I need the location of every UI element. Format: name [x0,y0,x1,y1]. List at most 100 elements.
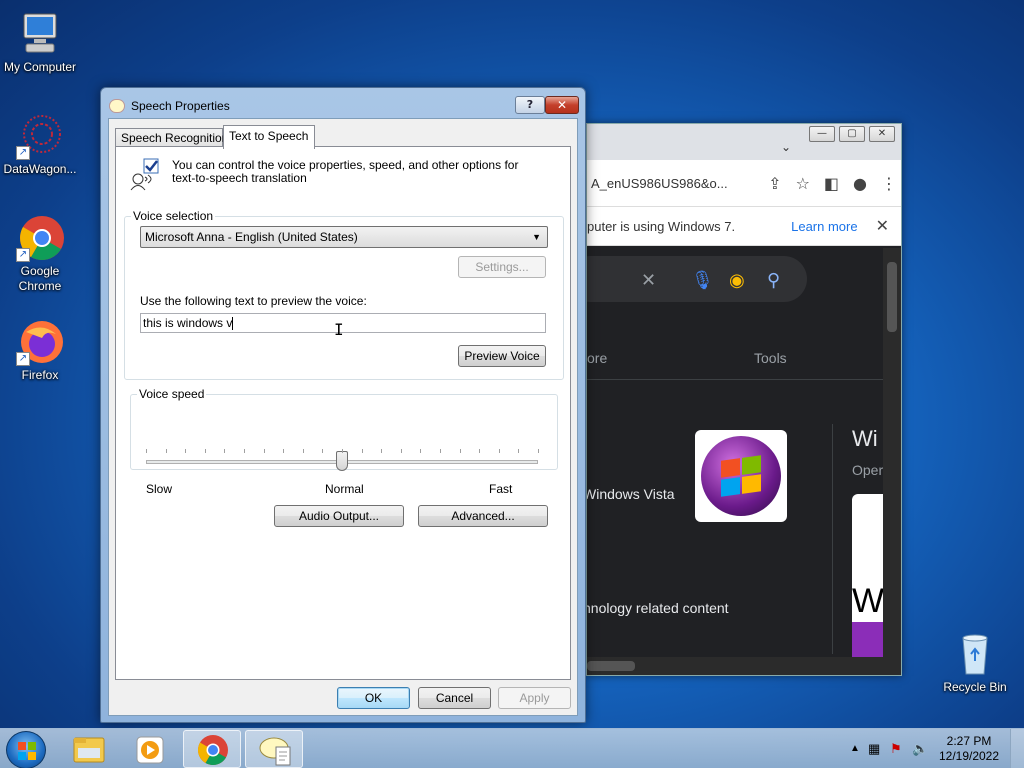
desktop-icon-label: My Computer [3,60,77,74]
show-desktop-button[interactable] [1010,729,1024,768]
share-icon[interactable]: ⇪ [768,174,781,193]
dialog-titlebar[interactable]: Speech Properties [109,96,230,116]
knowledge-panel-image[interactable]: W [852,494,884,658]
minimize-button[interactable]: — [809,126,835,142]
learn-more-link[interactable]: Learn more [791,219,857,234]
desktop-icon-datawagon[interactable]: ↗ DataWagon... [0,112,80,176]
help-button[interactable]: ? [515,96,545,114]
microphone-icon[interactable]: 🎙 [691,270,714,291]
speech-bubble-icon [259,737,291,766]
normal-label: Normal [325,482,364,496]
selected-voice: Microsoft Anna - English (United States) [145,230,358,244]
windows-logo-icon [18,742,36,760]
desktop-icon-my-computer[interactable]: My Computer [0,10,80,74]
slider-tick [224,449,225,453]
desktop-icon-firefox[interactable]: ↗ Firefox [0,318,80,382]
ok-button[interactable]: OK [337,687,410,709]
menu-icon[interactable]: ⋮ [881,174,897,193]
slider-tick [146,449,147,453]
slider-tick [362,449,363,453]
show-hidden-icons-icon[interactable]: ▲ [850,743,860,754]
slider-tick [479,449,480,453]
search-icon[interactable]: ⚲ [767,270,780,291]
slow-label: Slow [146,482,173,496]
taskbar-speech-properties[interactable] [245,730,303,768]
desktop-icon-label: Google Chrome [18,264,62,293]
shortcut-arrow-icon: ↗ [16,352,30,366]
tab-more[interactable]: ore [587,350,607,366]
speech-properties-dialog[interactable]: Speech Properties ? ✕ Speech Recognition… [100,87,586,723]
preview-text-label: Use the following text to preview the vo… [140,294,367,308]
ibeam-cursor-icon: I [334,320,344,339]
dialog-title: Speech Properties [131,99,230,113]
tab-speech-recognition[interactable]: Speech Recognition [115,128,228,148]
start-button[interactable] [6,731,46,768]
speech-bubble-icon [109,99,125,113]
intro-text: You can control the voice properties, sp… [172,158,519,185]
text-to-speech-page: You can control the voice properties, sp… [115,146,571,680]
computer-icon [16,10,64,58]
shortcut-arrow-icon: ↗ [16,248,30,262]
chrome-icon: ↗ [16,214,64,262]
close-button[interactable]: ✕ [545,96,579,114]
windows-logo-icon [701,436,781,516]
slider-tick [264,449,265,453]
slider-tick [420,449,421,453]
close-button[interactable]: ✕ [869,126,895,142]
windows-vista-image[interactable] [695,430,787,522]
bookmark-star-icon[interactable]: ☆ [796,174,810,193]
horizontal-scrollbar[interactable] [587,657,901,675]
shortcut-arrow-icon: ↗ [16,146,30,160]
volume-icon[interactable]: 🔈 [912,741,928,757]
chrome-window[interactable]: — ▢ ✕ ⌄ A_enUS986US986&o... ⇪ ☆ ◧ ● ⋮ pu… [586,123,902,676]
close-icon[interactable]: ✕ [876,216,889,236]
desktop-icon-recycle-bin[interactable]: Recycle Bin [935,630,1015,694]
taskbar: ▲ ▦ ⚑ 🔈 2:27 PM 12/19/2022 [0,728,1024,768]
desktop-icon-label: Firefox [21,368,59,382]
clock[interactable]: 2:27 PM 12/19/2022 [934,734,1004,764]
voice-speed-slider-thumb[interactable] [336,451,348,471]
camera-search-icon[interactable]: ◉ [729,270,745,291]
slider-tick [283,449,284,453]
slider-tick [342,449,343,453]
tab-text-to-speech[interactable]: Text to Speech [223,125,315,149]
preview-voice-button[interactable]: Preview Voice [458,345,546,367]
slider-tick [518,449,519,453]
vertical-scrollbar[interactable] [883,248,901,658]
panel-divider [832,424,833,654]
voice-select[interactable]: Microsoft Anna - English (United States)… [140,226,548,248]
network-icon[interactable]: ▦ [868,741,880,757]
side-panel-icon[interactable]: ◧ [824,174,839,193]
result-text: hnology related content [586,600,729,616]
action-center-flag-icon[interactable]: ⚑ [890,741,902,757]
address-bar[interactable]: A_enUS986US986&o... [591,176,754,191]
slider-tick [166,449,167,453]
audio-output-button[interactable]: Audio Output... [274,505,404,527]
taskbar-media-player[interactable] [121,730,179,768]
advanced-button[interactable]: Advanced... [418,505,548,527]
chrome-icon [197,735,228,766]
info-message: puter is using Windows 7. [587,218,736,234]
settings-button[interactable]: Settings... [458,256,546,278]
clock-time: 2:27 PM [946,734,992,748]
clear-search-icon[interactable]: ✕ [641,270,656,291]
chevron-down-icon[interactable]: ⌄ [781,140,791,154]
tab-tools[interactable]: Tools [754,350,787,366]
dropdown-arrow-icon: ▼ [532,232,541,242]
taskbar-chrome[interactable] [183,730,241,768]
voice-selection-label: Voice selection [131,209,216,223]
slider-tick [440,449,441,453]
taskbar-explorer[interactable] [60,730,118,768]
knowledge-panel-title: Wi [852,426,878,451]
search-tabs: ore Tools [587,328,883,380]
folder-icon [73,737,105,763]
profile-icon[interactable]: ● [853,174,867,193]
maximize-button[interactable]: ▢ [839,126,865,142]
cancel-button[interactable]: Cancel [418,687,491,709]
fast-label: Fast [489,482,513,496]
desktop-icon-google-chrome[interactable]: ↗ Google Chrome [0,214,80,294]
chrome-titlebar[interactable]: — ▢ ✕ ⌄ [587,124,901,160]
desktop-icon-label: Recycle Bin [943,680,1007,694]
result-title[interactable]: Windows Vista [587,486,675,502]
apply-button[interactable]: Apply [498,687,571,709]
